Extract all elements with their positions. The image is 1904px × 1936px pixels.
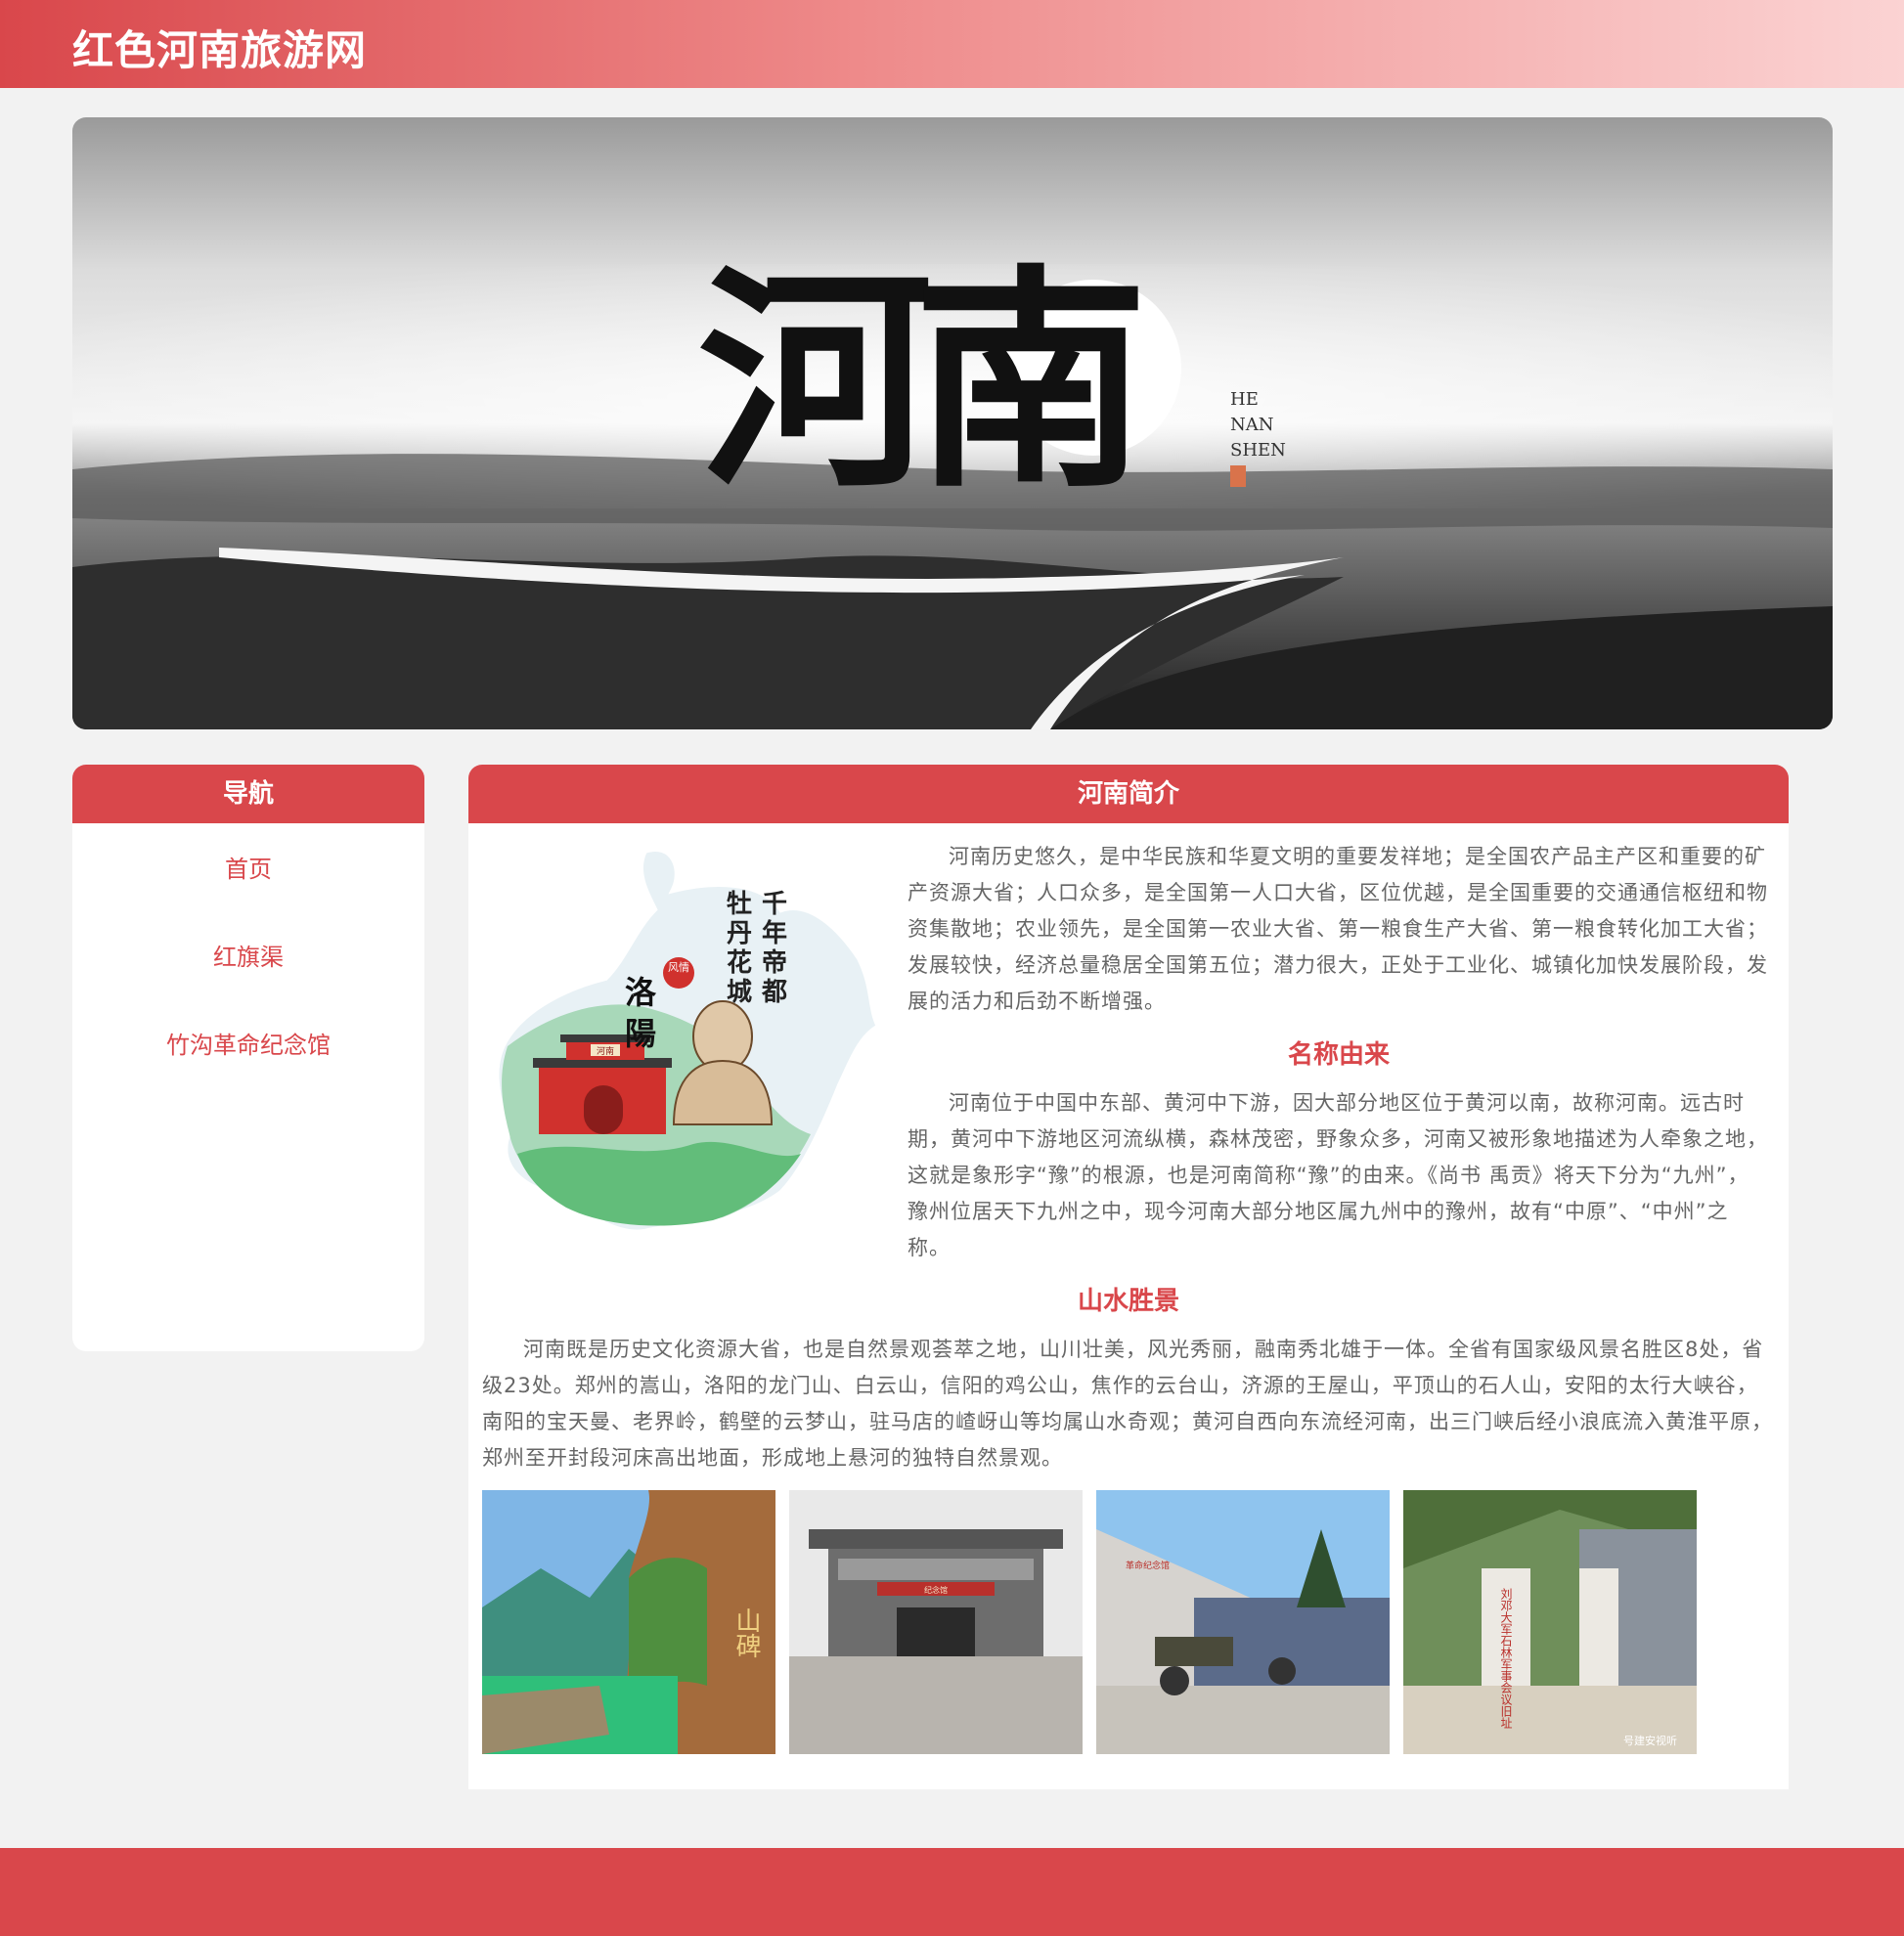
photo-watermark: 号建安视听 <box>1623 1734 1677 1747</box>
photo-caption-1: 纪念馆 <box>924 1585 948 1595</box>
content-title: 河南简介 <box>468 765 1789 823</box>
nav-title: 导航 <box>72 765 424 823</box>
banner-calligraphy: 河南 <box>698 243 1148 519</box>
nav-panel: 导航 首页 红旗渠 竹沟革命纪念馆 <box>72 765 424 1351</box>
photo-caption-3: 刘邓大军石林军事会议旧址 <box>1499 1588 1513 1729</box>
hero-banner: 河南 HE NAN SHEN <box>72 117 1833 729</box>
map-city-name: 洛陽 <box>625 974 657 1052</box>
seal-icon <box>1230 465 1246 487</box>
photo-revolution-museum[interactable]: 革命纪念馆 <box>1096 1490 1390 1754</box>
photo-military-meeting-site[interactable]: 刘邓大军石林军事会议旧址 号建安视听 <box>1403 1490 1697 1754</box>
intro-paragraph: 河南历史悠久，是中华民族和华夏文明的重要发祥地；是全国农产品主产区和重要的矿产资… <box>908 845 1768 1013</box>
nav-item-zhugou-memorial[interactable]: 竹沟革命纪念馆 <box>72 1001 424 1089</box>
scenery-paragraph: 河南既是历史文化资源大省，也是自然景观荟萃之地，山川壮美，风光秀丽，融南秀北雄于… <box>482 1338 1773 1470</box>
map-stamp: 风情 <box>668 961 689 974</box>
photo-memorial-hall[interactable]: 纪念馆 <box>789 1490 1083 1754</box>
photo-caption-2: 革命纪念馆 <box>1126 1560 1170 1570</box>
map-slogan-1: 千年帝都 <box>762 890 788 1007</box>
map-slogan-2: 牡丹花城 <box>727 890 753 1007</box>
luoyang-map-illustration: 河南 千年帝都 牡丹花城 洛陽 风情 <box>488 841 884 1242</box>
photo-caption-0: 山碑 <box>731 1607 761 1658</box>
site-header: 红色河南旅游网 <box>0 0 1904 88</box>
name-origin-title: 名称由来 <box>1287 1040 1390 1070</box>
photo-mountain-lake[interactable]: 山碑 <box>482 1490 775 1754</box>
photo-military-meeting-site-image: 刘邓大军石林军事会议旧址 号建安视听 <box>1403 1490 1697 1754</box>
site-title[interactable]: 红色河南旅游网 <box>72 18 367 77</box>
scenery-title: 山水胜景 <box>1077 1287 1179 1316</box>
henan-map-graphic: 河南 <box>493 846 884 1236</box>
nav-item-hongqiqu[interactable]: 红旗渠 <box>72 913 424 1001</box>
content-panel: 河南简介 河南 千年帝都 牡丹花城 洛陽 风情 河南历史悠久，是中华民族和华夏文… <box>468 765 1789 1789</box>
photo-revolution-museum-image: 革命纪念馆 <box>1096 1490 1390 1754</box>
gate-sign-text: 河南 <box>597 1045 614 1056</box>
site-footer <box>0 1848 1904 1936</box>
nav-list: 首页 红旗渠 竹沟革命纪念馆 <box>72 823 424 1089</box>
name-origin-paragraph: 河南位于中国中东部、黄河中下游，因大部分地区位于黄河以南，故称河南。远古时期，黄… <box>908 1091 1768 1259</box>
photo-mountain-lake-image: 山碑 <box>482 1490 775 1754</box>
nav-item-home[interactable]: 首页 <box>72 825 424 913</box>
photo-memorial-hall-image: 纪念馆 <box>789 1490 1083 1754</box>
banner-pinyin: HE NAN SHEN <box>1230 387 1286 487</box>
